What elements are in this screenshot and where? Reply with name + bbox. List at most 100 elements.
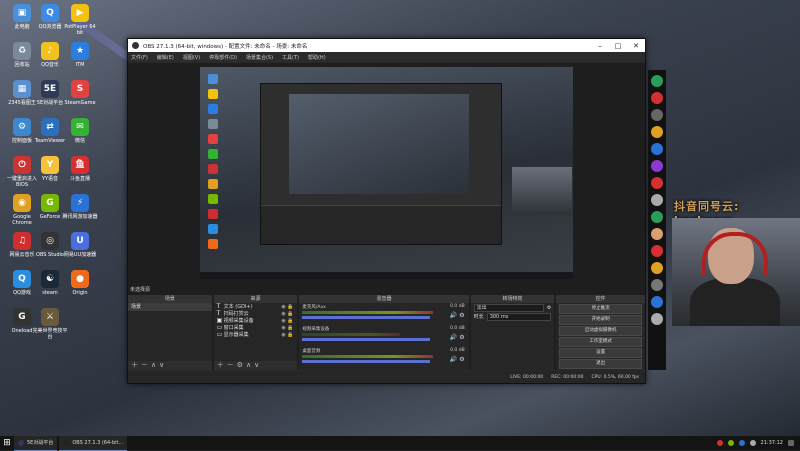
channel-db: 0.0 dB (450, 348, 465, 353)
visibility-eye-icon[interactable]: ◉ 🔒 (281, 304, 297, 310)
source-label: 视频采集设备 (223, 318, 254, 324)
desktop-icon[interactable]: ⚔ 完美世界竞技平台 (32, 308, 68, 340)
desktop-icon[interactable]: 鱼斗鱼直播 (62, 156, 98, 182)
menu-item[interactable]: 帮助(H) (308, 54, 326, 61)
app-icon: ▦ (13, 80, 31, 98)
no-source-selected-label: 未选择源 (130, 287, 151, 293)
source-item[interactable]: ▭ 显示器采集 ◉ 🔒 (214, 331, 298, 338)
desktop-icon[interactable]: ● Origin (62, 270, 98, 296)
channel-name: 麦克风/Aux (302, 305, 326, 310)
source-item[interactable]: ▣ 视频采集设备 ◉ 🔒 (214, 317, 298, 324)
source-label: 显示器采集 (223, 332, 249, 338)
control-button[interactable]: 退出 (559, 359, 642, 369)
control-button[interactable]: 工作室模式 (559, 337, 642, 347)
volume-slider[interactable] (302, 360, 430, 363)
obs-logo-icon (132, 42, 139, 49)
desktop-icon-label: ITM (75, 62, 85, 68)
app-icon: U (71, 232, 89, 250)
tray-nvidia-icon[interactable] (727, 440, 734, 446)
transition-settings-icon[interactable]: ⚙ (547, 305, 551, 311)
control-button[interactable]: 开始录制 (559, 315, 642, 325)
mixer-header: 混音器 (299, 295, 469, 303)
desktop-icon[interactable]: ★ ITM (62, 42, 98, 68)
scenes-toolbar[interactable]: ＋－∧∨ (128, 361, 212, 370)
obs-titlebar: OBS 27.1.3 (64-bit, windows) - 配置文件: 未命名… (128, 39, 645, 52)
volume-meter (302, 355, 433, 358)
desktop-icon[interactable]: ⚡ 腾讯网游加速器 (62, 194, 98, 220)
visibility-eye-icon[interactable]: ◉ 🔒 (281, 325, 297, 331)
close-button[interactable]: ✕ (627, 42, 645, 50)
taskbar-app-icon (18, 439, 24, 446)
duration-input[interactable]: 300 ms (486, 312, 552, 321)
app-icon: ⇄ (41, 118, 59, 136)
tray-app-icon[interactable] (716, 440, 723, 446)
system-tray: 21:37:12 (716, 440, 800, 446)
control-button[interactable]: 停止推流 (559, 304, 642, 314)
control-button[interactable]: 启动虚拟摄像机 (559, 326, 642, 336)
desktop-icon[interactable]: ✉ 微信 (62, 118, 98, 144)
desktop-icon[interactable]: ▶ PotPlayer 64 bit (62, 4, 98, 36)
app-icon: ☯ (41, 270, 59, 288)
app-icon: Y (41, 156, 59, 174)
source-type-icon: T (216, 303, 221, 310)
speaker-icon[interactable]: 🔊 (450, 356, 459, 363)
taskbar-app-button[interactable]: OBS 27.1.3 (64-bit... (59, 435, 128, 451)
tray-volume-icon[interactable] (749, 440, 756, 446)
source-item[interactable]: T 扫码打赏云 ◉ 🔒 (214, 310, 298, 317)
mixer-dock: 混音器 麦克风/Aux 0.0 dB 🔊 ⚙ 视频采集设备 0.0 dB 🔊 ⚙ 桌面音频 0… (299, 295, 469, 370)
source-item[interactable]: ▭ 窗口采集 ◉ 🔒 (214, 324, 298, 331)
volume-slider[interactable] (302, 338, 430, 341)
sources-toolbar[interactable]: ＋－⚙∧∨ (213, 361, 298, 370)
source-type-icon: ▣ (216, 317, 223, 324)
visibility-eye-icon[interactable]: ◉ 🔒 (281, 311, 297, 317)
tray-network-icon[interactable] (738, 440, 745, 446)
gear-icon[interactable]: ⚙ (459, 356, 464, 363)
app-icon: ⚡ (71, 194, 89, 212)
minimize-button[interactable]: – (591, 42, 609, 50)
menu-item[interactable]: 工具(T) (282, 54, 299, 61)
source-item[interactable]: T 文本 (GDI+) ◉ 🔒 (214, 303, 298, 310)
taskbar-app-button[interactable]: 5E对战平台 (14, 435, 58, 451)
taskbar-app-label: 5E对战平台 (27, 440, 54, 446)
desktop-icon[interactable]: S SteamGame (62, 80, 98, 106)
start-button[interactable]: ⊞ (0, 436, 14, 450)
gear-icon[interactable]: ⚙ (459, 334, 464, 341)
app-icon: S (71, 80, 89, 98)
menu-item[interactable]: 文件(F) (131, 54, 148, 61)
app-icon: ⚔ (41, 308, 59, 326)
gear-icon[interactable]: ⚙ (459, 312, 464, 319)
mixer-controls: 🔊 ⚙ (450, 356, 465, 363)
volume-meter (302, 333, 401, 336)
captured-webcam (512, 167, 572, 215)
menu-item[interactable]: 停靠部件(D) (209, 54, 237, 61)
transition-select[interactable]: 淡出 (473, 303, 544, 312)
speaker-icon[interactable]: 🔊 (450, 334, 459, 341)
program-canvas[interactable] (200, 67, 573, 279)
channel-name: 桌面音频 (302, 349, 321, 354)
desktop-icon-label: 微信 (74, 138, 85, 144)
status-bar: LIVE: 00:00:00 REC: 00:00:00 CPU: 0.5%, … (128, 371, 645, 383)
obs-window: OBS 27.1.3 (64-bit, windows) - 配置文件: 未命名… (127, 38, 646, 384)
menu-bar: 文件(F) 编辑(E) 视图(V) 停靠部件(D) 场景集合(S) 工具(T) 帮助(H) (128, 52, 645, 62)
desktop-icon-label: 网易UU加速器 (63, 252, 97, 258)
control-button[interactable]: 设置 (559, 348, 642, 358)
speaker-icon[interactable]: 🔊 (450, 312, 459, 319)
desktop-icon[interactable]: U 网易UU加速器 (62, 232, 98, 258)
clock[interactable]: 21:37:12 (761, 440, 783, 446)
transitions-dock: 转场特效 淡出 ⚙ 时长 300 ms (470, 295, 555, 370)
menu-item[interactable]: 视图(V) (183, 54, 200, 61)
scene-item[interactable]: 场景 (128, 303, 212, 311)
visibility-eye-icon[interactable]: ◉ 🔒 (281, 332, 297, 338)
volume-meter (302, 311, 433, 314)
maximize-button[interactable]: □ (609, 42, 627, 50)
volume-slider[interactable] (302, 316, 430, 319)
visibility-eye-icon[interactable]: ◉ 🔒 (281, 318, 297, 324)
menu-item[interactable]: 场景集合(S) (246, 54, 273, 61)
notification-icon[interactable] (788, 440, 794, 446)
duration-label: 时长 (473, 314, 484, 320)
menu-item[interactable]: 编辑(E) (157, 54, 174, 61)
app-icon: Q (13, 270, 31, 288)
nested-obs-capture (260, 83, 502, 245)
app-icon: ◉ (13, 194, 31, 212)
mixer-channel: 麦克风/Aux 0.0 dB 🔊 ⚙ (299, 303, 468, 325)
